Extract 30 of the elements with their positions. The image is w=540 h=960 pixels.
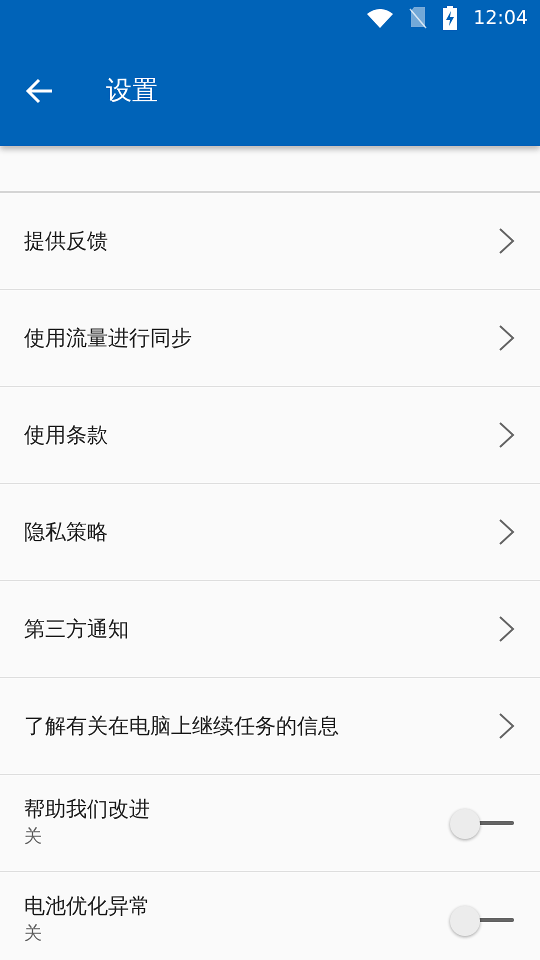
setting-label: 了解有关在电脑上继续任务的信息	[24, 712, 339, 740]
chevron-right-icon	[498, 615, 516, 643]
settings-row[interactable]: 第三方通知	[0, 581, 540, 678]
setting-summary: 关	[24, 824, 43, 849]
settings-row[interactable]: 电池优化异常 关	[0, 872, 540, 960]
settings-row[interactable]: 使用条款	[0, 387, 540, 484]
no-sim-icon	[409, 7, 428, 29]
settings-row[interactable]: 帮助我们改进 关	[0, 775, 540, 872]
settings-row[interactable]: 提供反馈	[0, 193, 540, 290]
chevron-right-icon	[498, 712, 516, 740]
settings-row[interactable]: 隐私策略	[0, 484, 540, 581]
back-arrow-icon[interactable]	[26, 78, 54, 104]
wifi-icon	[367, 8, 394, 28]
setting-label: 隐私策略	[24, 518, 108, 546]
chevron-right-icon	[498, 324, 516, 352]
chevron-right-icon	[498, 421, 516, 449]
settings-row[interactable]: 使用流量进行同步	[0, 290, 540, 387]
chevron-right-icon	[498, 518, 516, 546]
setting-label: 帮助我们改进	[24, 796, 150, 823]
setting-label: 第三方通知	[24, 616, 129, 642]
setting-summary: 关	[24, 922, 43, 946]
setting-label: 使用流量进行同步	[24, 324, 192, 352]
status-time: 12:04	[473, 6, 528, 31]
setting-label: 提供反馈	[24, 228, 108, 254]
battery-charging-icon	[443, 6, 458, 30]
chevron-right-icon	[498, 227, 516, 255]
setting-label: 电池优化异常	[24, 893, 150, 920]
screen-title: 设置	[106, 74, 158, 108]
settings-row[interactable]: 了解有关在电脑上继续任务的信息	[0, 678, 540, 775]
setting-label: 使用条款	[24, 422, 108, 448]
